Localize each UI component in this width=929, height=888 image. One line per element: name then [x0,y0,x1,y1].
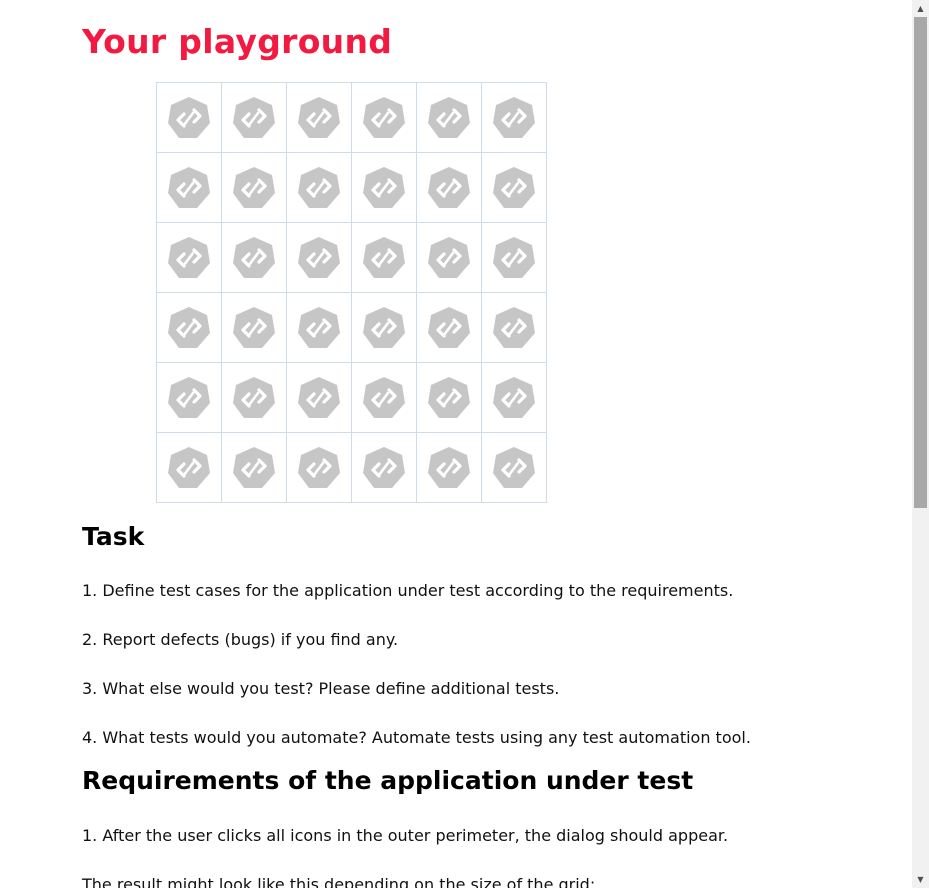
code-hexagon-icon [167,446,211,490]
grid-cell[interactable] [417,293,482,363]
grid-cell[interactable] [287,153,352,223]
code-hexagon-icon [427,96,471,140]
grid-cell[interactable] [157,223,222,293]
code-hexagon-icon [362,446,406,490]
grid-cell[interactable] [417,153,482,223]
code-hexagon-icon [362,236,406,280]
grid-cell[interactable] [482,153,547,223]
code-hexagon-icon [297,236,341,280]
code-hexagon-icon [427,446,471,490]
grid-cell[interactable] [287,83,352,153]
code-hexagon-icon [297,446,341,490]
grid-cell[interactable] [287,433,352,503]
grid-cell[interactable] [157,153,222,223]
code-hexagon-icon [232,306,276,350]
code-hexagon-icon [492,166,536,210]
grid-cell[interactable] [222,83,287,153]
task-item-1: 1. Define test cases for the application… [82,581,734,600]
requirement-note: The result might look like this dependin… [82,875,596,888]
grid-cell[interactable] [222,153,287,223]
grid-cell[interactable] [482,363,547,433]
grid-cell[interactable] [222,433,287,503]
requirement-item-1: 1. After the user clicks all icons in th… [82,826,729,845]
code-hexagon-icon [427,376,471,420]
code-hexagon-icon [492,446,536,490]
grid-cell[interactable] [157,363,222,433]
code-hexagon-icon [232,166,276,210]
code-hexagon-icon [167,306,211,350]
code-hexagon-icon [297,96,341,140]
grid-cell[interactable] [157,433,222,503]
grid-cell[interactable] [482,433,547,503]
grid-cell[interactable] [287,223,352,293]
grid-cell[interactable] [417,83,482,153]
grid-cell[interactable] [352,293,417,363]
grid-cell[interactable] [287,293,352,363]
grid-cell[interactable] [352,153,417,223]
grid-cell[interactable] [352,433,417,503]
requirements-heading: Requirements of the application under te… [82,766,694,795]
code-hexagon-icon [297,306,341,350]
code-hexagon-icon [232,446,276,490]
playground-grid [156,82,547,503]
grid-cell[interactable] [352,363,417,433]
grid-cell[interactable] [222,293,287,363]
page: Your playground Task 1. Define test case… [0,0,912,888]
grid-cell[interactable] [287,363,352,433]
code-hexagon-icon [492,96,536,140]
grid-cell[interactable] [352,223,417,293]
page-title: Your playground [82,22,393,61]
scroll-down-icon[interactable]: ▼ [912,871,929,888]
grid-cell[interactable] [352,83,417,153]
grid-cell[interactable] [157,83,222,153]
code-hexagon-icon [167,96,211,140]
grid-cell[interactable] [482,223,547,293]
task-heading: Task [82,522,145,551]
grid-cell[interactable] [417,363,482,433]
code-hexagon-icon [232,236,276,280]
task-item-2: 2. Report defects (bugs) if you find any… [82,630,399,649]
code-hexagon-icon [362,376,406,420]
scrollbar-thumb[interactable] [914,17,927,508]
grid-cell[interactable] [482,293,547,363]
grid-cell[interactable] [417,433,482,503]
code-hexagon-icon [362,306,406,350]
grid-cell[interactable] [482,83,547,153]
code-hexagon-icon [232,96,276,140]
code-hexagon-icon [492,376,536,420]
code-hexagon-icon [362,166,406,210]
scroll-up-icon[interactable]: ▲ [912,0,929,17]
code-hexagon-icon [167,236,211,280]
code-hexagon-icon [297,376,341,420]
code-hexagon-icon [167,166,211,210]
code-hexagon-icon [362,96,406,140]
task-item-3: 3. What else would you test? Please defi… [82,679,560,698]
grid-cell[interactable] [417,223,482,293]
vertical-scrollbar[interactable]: ▲ ▼ [912,0,929,888]
code-hexagon-icon [492,236,536,280]
grid-cell[interactable] [157,293,222,363]
code-hexagon-icon [232,376,276,420]
code-hexagon-icon [427,236,471,280]
task-item-4: 4. What tests would you automate? Automa… [82,728,751,747]
grid-cell[interactable] [222,223,287,293]
code-hexagon-icon [167,376,211,420]
code-hexagon-icon [297,166,341,210]
code-hexagon-icon [427,306,471,350]
grid-cell[interactable] [222,363,287,433]
code-hexagon-icon [427,166,471,210]
code-hexagon-icon [492,306,536,350]
